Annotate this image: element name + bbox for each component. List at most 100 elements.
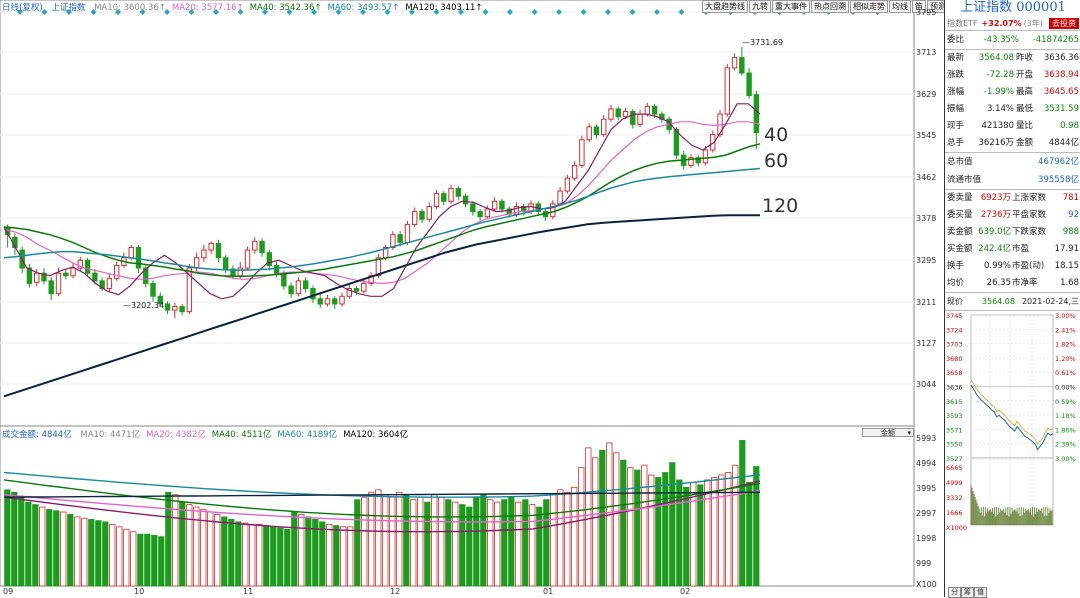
volume-tick-1: 4994	[916, 459, 937, 468]
toolbar-button-5[interactable]: 均线	[889, 0, 911, 13]
quote-value2: 3636.36	[1043, 53, 1079, 63]
candle-body	[332, 298, 338, 305]
toolbar-button-2[interactable]: 重大事件	[772, 0, 810, 13]
stat-row-4: 换手 0.99% 市盈(动) 18.15	[945, 258, 1080, 275]
stat-label: 换手	[947, 261, 965, 271]
volume-bar	[270, 526, 277, 587]
volume-bar	[732, 464, 739, 587]
volume-bar	[235, 521, 242, 587]
volume-bar	[284, 528, 291, 587]
date-tick-1: 10	[134, 587, 145, 596]
volume-bar	[74, 516, 81, 587]
volume-bar	[158, 536, 165, 587]
candle-body	[593, 126, 600, 136]
etf-percent: +32.07%	[981, 18, 1022, 28]
mini-pct-tick-5: 0.00%	[1055, 384, 1076, 392]
toolbar-button-0[interactable]: 大盘趋势线	[702, 0, 748, 13]
volume-bar	[529, 504, 536, 587]
kline-legend: 日线(复权) 上证指数 MA10: 3600.36↑ MA20: 3577.16↑…	[2, 1, 495, 13]
quote-row-4: 现手 421380 量比 0.98	[945, 118, 1080, 135]
candle-body	[92, 272, 98, 282]
volume-bar	[403, 494, 410, 587]
price-tick-6: 3295	[916, 256, 937, 265]
toolbar-button-4[interactable]: 相似走势	[850, 0, 888, 13]
volume-bar	[669, 462, 676, 587]
stat-label2: 市盈	[1012, 244, 1030, 254]
toolbar-button-3[interactable]: 热点回溯	[811, 0, 849, 13]
volume-bar	[389, 496, 396, 587]
stat-value2: 1.68	[1060, 278, 1079, 288]
volume-bar	[354, 499, 361, 587]
candle-body	[724, 67, 730, 115]
toolbar-button-1[interactable]: 九转	[749, 0, 771, 13]
volume-bar	[522, 499, 529, 587]
candle-body	[244, 249, 251, 269]
quote-value2: 0.98	[1060, 121, 1079, 131]
stat-label2: 上涨家数	[1012, 193, 1047, 203]
quote-label2: 量比	[1016, 121, 1034, 131]
volume-bar	[424, 501, 431, 587]
low-price-label: —3202.34	[123, 301, 164, 310]
quote-value: 36216万	[978, 138, 1014, 148]
candle-body	[55, 272, 62, 295]
stat-value2: 781	[1062, 193, 1079, 203]
volume-tick-0: 5993	[916, 434, 937, 443]
volume-bar	[739, 440, 746, 587]
volume-bar	[487, 499, 494, 587]
candle-body	[477, 211, 483, 218]
stat-value2: 92	[1068, 210, 1079, 220]
volume-bar	[550, 494, 557, 587]
quote-value2: 3638.94	[1043, 70, 1079, 80]
volume-bar	[641, 464, 648, 587]
invest-button[interactable]: 去投资	[1049, 17, 1079, 29]
volume-bar	[221, 516, 228, 587]
quote-panel: 上证指数 000001 指数ETF +32.07% (3年) 去投资 委比 -43…	[944, 0, 1080, 597]
stat-value: 0.99%	[983, 261, 1011, 271]
quote-value2: 3645.65	[1043, 87, 1079, 97]
volume-bar	[571, 486, 578, 587]
candle-body	[201, 249, 207, 259]
volume-type-value: 金额	[881, 429, 895, 437]
candle-body	[637, 113, 643, 125]
date-tick-5: 02	[680, 587, 691, 596]
kline-ma-0: MA10: 3600.36↑	[94, 3, 166, 13]
bottom-tab-2[interactable]: 值	[974, 587, 987, 598]
cap-value: 467962亿	[1038, 157, 1079, 167]
high-price-label: —3731.69	[742, 38, 783, 47]
stat-label2: 市盈(动)	[1012, 261, 1045, 271]
volume-bar	[256, 523, 263, 587]
volume-bar	[396, 491, 403, 587]
mini-price-tick-0: 3745	[946, 312, 963, 320]
candle-body	[404, 223, 411, 243]
bottom-tabs: 分筹值	[948, 587, 987, 598]
quote-value2: 3531.59	[1043, 104, 1079, 114]
volume-bar	[60, 511, 67, 587]
volume-bar	[438, 496, 445, 587]
intraday-svg: 3745 3.00% 3724 2.41% 3703 1.82% 3680 1.20% 3658…	[946, 312, 1076, 532]
quote-row-2: 涨幅 -1.99% 最高 3645.65	[945, 84, 1080, 101]
kline-chart-area[interactable]: —3731.69 —3202.34	[0, 0, 940, 597]
volume-bar	[151, 535, 158, 587]
volume-ma-3: MA60: 4189亿	[277, 430, 338, 440]
candle-body	[622, 111, 629, 118]
bottom-tab-1[interactable]: 筹	[961, 587, 974, 598]
volume-bar	[480, 494, 487, 587]
cap-row-1: 流通市值 395558亿	[945, 171, 1080, 189]
bottom-tab-0[interactable]: 分	[948, 587, 961, 598]
now-price-label: 现价	[947, 297, 963, 306]
candle-body	[470, 203, 476, 213]
volume-legend: 成交金额: 4844亿 MA10: 4471亿 MA20: 4382亿 MA40: …	[2, 428, 420, 440]
candle-body	[731, 57, 738, 69]
volume-bar	[53, 510, 60, 587]
kline-ma-4: MA120: 3403.11↑	[405, 3, 483, 13]
volume-type-select[interactable]: 金额 ▾	[862, 428, 914, 437]
quote-row-3: 振幅 3.14% 最低 3531.59	[945, 101, 1080, 118]
volume-bar	[305, 516, 312, 587]
intraday-chart[interactable]: 3745 3.00% 3724 2.41% 3703 1.82% 3680 1.20% 3658…	[945, 311, 1080, 539]
volume-tick-3: 2997	[916, 509, 937, 518]
volume-bar	[298, 514, 305, 587]
volume-bar	[263, 525, 270, 587]
candle-body	[172, 306, 178, 311]
stat-row-5: 均价 26.35 市净率 1.68	[945, 275, 1080, 292]
volume-bar	[46, 509, 53, 587]
